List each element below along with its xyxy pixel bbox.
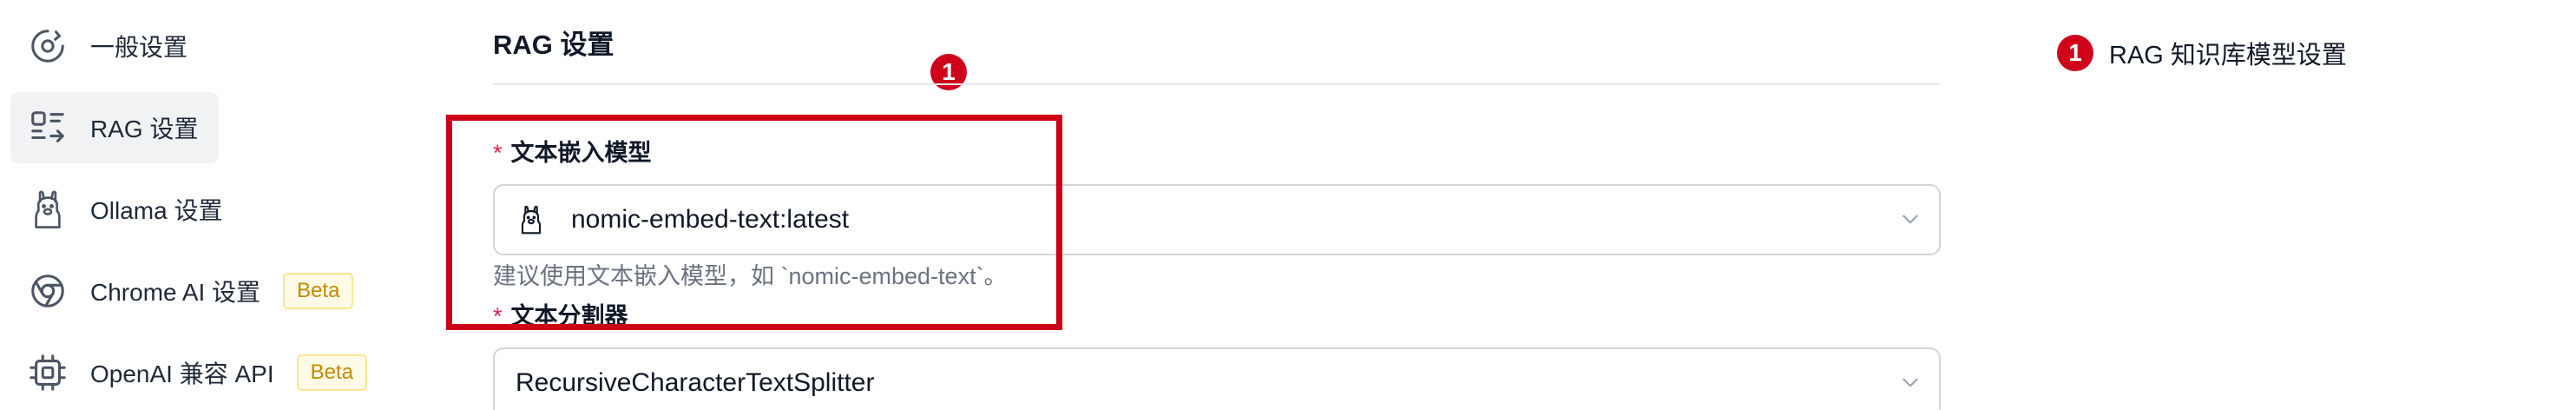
title-divider [493,83,1941,85]
annotation-text: RAG 知识库模型设置 [2109,42,2347,69]
rag-icon [26,106,69,149]
sidebar-item-label: RAG 设置 [90,116,199,142]
required-mark: * [493,303,503,329]
gear-icon [26,24,69,68]
embedding-model-select[interactable]: nomic-embed-text:latest [493,184,1941,255]
annotation-legend: 1 RAG 知识库模型设置 [2057,35,2347,71]
beta-badge: Beta [283,273,354,309]
select-value: RecursiveCharacterTextSplitter [516,368,875,397]
required-mark: * [493,140,503,166]
chevron-down-icon [1899,208,1922,231]
sidebar-item-label: OpenAI 兼容 API [90,360,274,387]
sidebar-item-rag[interactable]: RAG 设置 [10,92,219,163]
text-splitter-label: * 文本分割器 [493,297,628,331]
sidebar-item-label: 一般设置 [90,34,188,61]
annotation-marker: 1 [2057,35,2093,71]
sidebar-item-general[interactable]: 一般设置 [10,10,219,82]
sidebar-item-openai-api[interactable]: OpenAI 兼容 API Beta [10,337,392,408]
embedding-model-label: * 文本嵌入模型 [493,134,652,168]
chip-icon [26,351,69,394]
page-title: RAG 设置 [493,30,614,60]
llama-icon [26,188,69,231]
select-value: nomic-embed-text:latest [571,205,850,234]
beta-badge: Beta [296,354,368,391]
field-label-text: 文本分割器 [510,303,628,329]
chevron-down-icon [1899,372,1922,394]
chrome-icon [26,269,69,313]
text-splitter-select[interactable]: RecursiveCharacterTextSplitter [493,347,1941,410]
embedding-model-help: 建议使用文本嵌入模型，如 `nomic-embed-text`。 [493,263,1008,289]
sidebar-item-chrome-ai[interactable]: Chrome AI 设置 Beta [10,255,392,327]
field-label-text: 文本嵌入模型 [510,140,652,166]
sidebar-item-label: Chrome AI 设置 [90,279,261,306]
sidebar-item-ollama[interactable]: Ollama 设置 [10,174,392,245]
llama-icon [517,202,547,237]
sidebar-item-label: Ollama 设置 [90,197,223,224]
